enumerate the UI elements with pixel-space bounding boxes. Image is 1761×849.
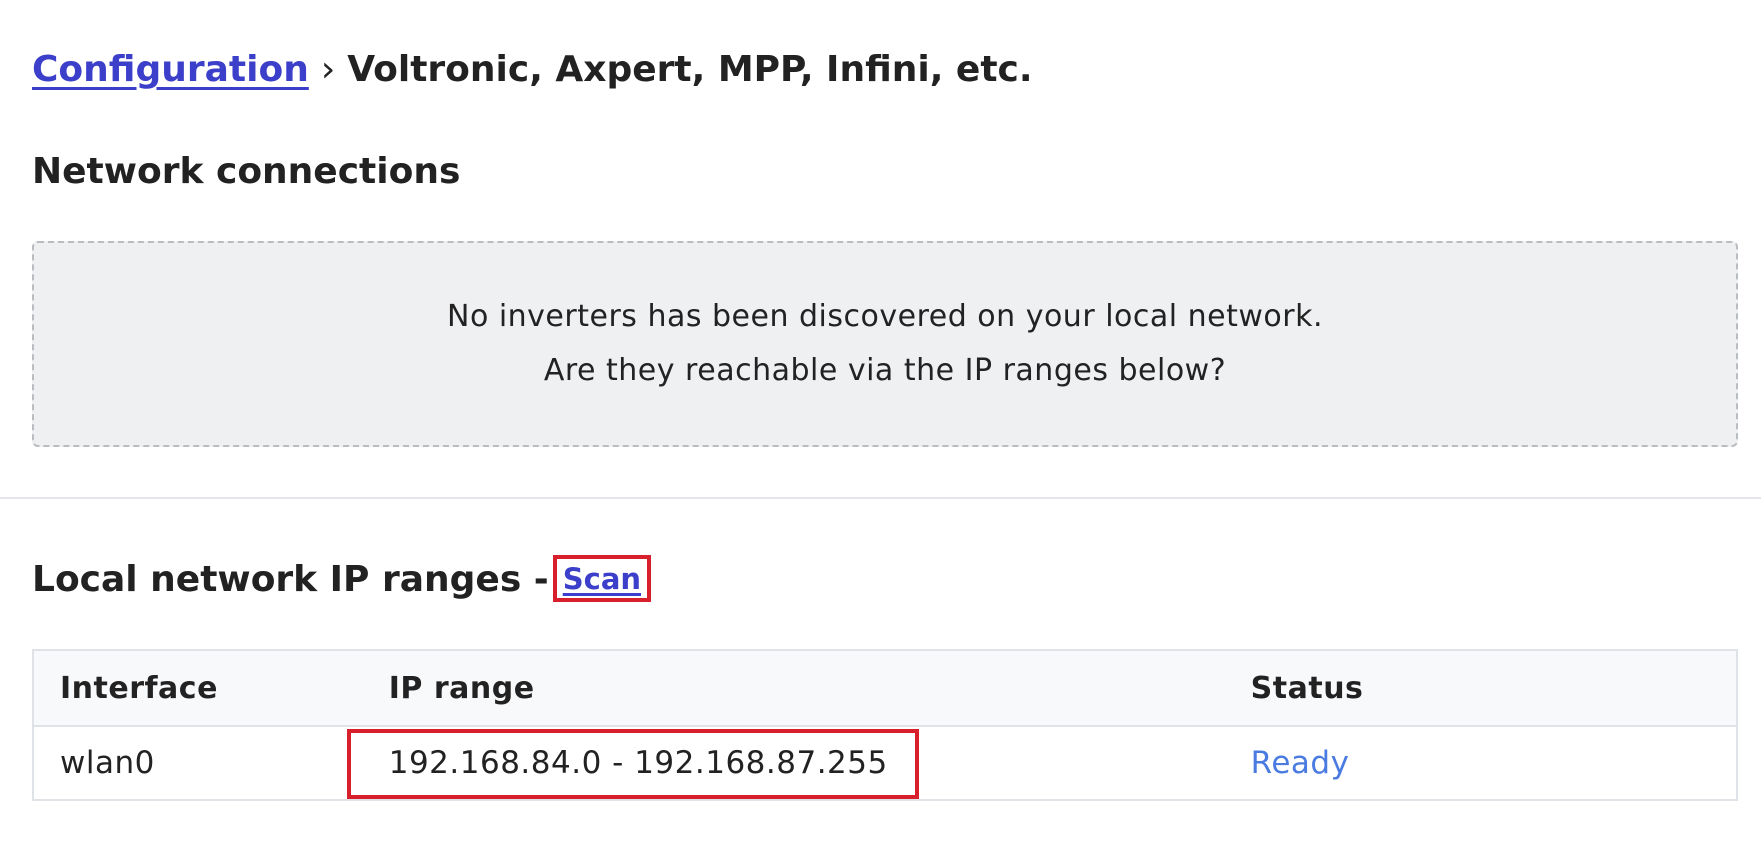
title-dash: - (521, 559, 549, 600)
column-header-ip-range: IP range (388, 670, 535, 706)
breadcrumb: Configuration › Voltronic, Axpert, MPP, In… (32, 44, 1033, 96)
section-divider (0, 497, 1761, 499)
breadcrumb-separator: › (320, 49, 336, 90)
ip-range-value: 192.168.84.0 - 192.168.87.255 (388, 745, 888, 781)
ip-ranges-heading: Local network IP ranges - Scan (32, 554, 652, 606)
status-cell: Ready (1225, 726, 1737, 800)
scan-link[interactable]: Scan (563, 562, 641, 596)
ip-ranges-table: Interface IP range Status wlan0 192.168.… (32, 649, 1738, 801)
interface-cell: wlan0 (60, 745, 155, 781)
network-connections-title: Network connections (32, 151, 461, 192)
column-header-interface: Interface (60, 670, 218, 706)
breadcrumb-configuration-link[interactable]: Configuration (32, 49, 309, 90)
ip-range-cell: 192.168.84.0 - 192.168.87.255 (346, 726, 1225, 800)
breadcrumb-current: Voltronic, Axpert, MPP, Infini, etc. (347, 49, 1033, 90)
no-inverters-notice: No inverters has been discovered on your… (32, 241, 1738, 447)
scan-highlight: Scan (552, 555, 652, 602)
status-ready-link[interactable]: Ready (1251, 745, 1350, 781)
ip-ranges-title: Local network IP ranges (32, 559, 522, 600)
table-row: wlan0 192.168.84.0 - 192.168.87.255 Read… (33, 726, 1737, 800)
no-inverters-message: No inverters has been discovered on your… (447, 299, 1323, 334)
column-header-status: Status (1250, 670, 1364, 706)
reachable-question: Are they reachable via the IP ranges bel… (543, 353, 1227, 388)
table-header-row: Interface IP range Status (33, 650, 1737, 726)
page: Configuration › Voltronic, Axpert, MPP, In… (0, 0, 1761, 849)
